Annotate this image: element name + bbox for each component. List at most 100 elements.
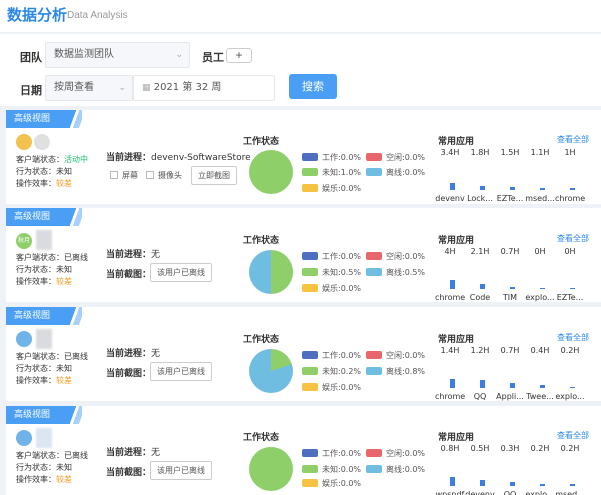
- app-hours: 1.4H: [440, 346, 460, 355]
- work-status-title: 工作状态: [243, 335, 280, 345]
- app-name[interactable]: msed...: [555, 490, 585, 495]
- view-all-link[interactable]: 查看全部: [557, 430, 589, 441]
- view-mode-select[interactable]: 按周查看 ⌄: [45, 75, 133, 101]
- blurred-name: [36, 329, 52, 349]
- app-name[interactable]: devenv: [465, 490, 495, 495]
- app-usage-bar: [570, 288, 575, 289]
- app-usage-bar: [450, 183, 455, 190]
- app-name[interactable]: EZTe...: [495, 194, 525, 203]
- advanced-view-tag[interactable]: 高级视图: [6, 406, 82, 424]
- advanced-view-tag[interactable]: 高级视图: [6, 307, 82, 325]
- calendar-icon: ▦: [142, 83, 151, 93]
- week-picker-value: 2021 第 32 周: [153, 82, 222, 93]
- app-usage-bar: [480, 480, 485, 486]
- app-hours: 4H: [444, 247, 456, 256]
- team-select-value: 数据监测团队: [54, 49, 114, 60]
- app-name[interactable]: Appli...: [495, 392, 525, 401]
- page-title: 数据分析: [7, 6, 68, 24]
- avatar: [16, 430, 32, 446]
- filter-panel: 团队 数据监测团队 ⌄ 员工 + 日期 按周查看 ⌄ ▦ 2021 第 32 周…: [0, 34, 601, 106]
- offline-button[interactable]: 该用户已离线: [150, 362, 212, 381]
- app-hours: 1H: [564, 148, 576, 157]
- add-staff-button[interactable]: +: [226, 48, 252, 63]
- view-all-link[interactable]: 查看全部: [557, 134, 589, 145]
- work-status-pie: [249, 349, 293, 393]
- app-hours: 0.3H: [500, 444, 520, 453]
- legend-fun: 娱乐:0.0%: [302, 183, 361, 194]
- app-hours: 1.1H: [530, 148, 550, 157]
- offline-button[interactable]: 该用户已离线: [150, 461, 212, 480]
- work-status-pie: [249, 150, 293, 194]
- view-all-link[interactable]: 查看全部: [557, 233, 589, 244]
- app-name[interactable]: Code: [465, 293, 495, 302]
- behavior-status: 行为状态：未知: [16, 463, 72, 472]
- app-usage-bar: [450, 379, 455, 388]
- app-hours: 0.8H: [440, 444, 460, 453]
- app-hours: 1.8H: [470, 148, 490, 157]
- app-name[interactable]: explo...: [555, 392, 585, 401]
- apps-title: 常用应用: [438, 137, 475, 147]
- app-name[interactable]: devenv: [435, 194, 465, 203]
- app-name[interactable]: Twee...: [525, 392, 555, 401]
- advanced-view-tag[interactable]: 高级视图: [6, 110, 82, 128]
- app-name[interactable]: EZTe...: [555, 293, 585, 302]
- app-hours: 0.5H: [470, 444, 490, 453]
- offline-button[interactable]: 该用户已离线: [150, 263, 212, 282]
- app-usage-bar: [480, 380, 485, 388]
- staff-label: 员工: [202, 51, 224, 64]
- behavior-status: 行为状态：未知: [16, 167, 72, 176]
- app-name[interactable]: QQ: [465, 392, 495, 401]
- app-usage-bar: [510, 383, 515, 388]
- app-hours: 0.2H: [560, 444, 580, 453]
- work-status-title: 工作状态: [243, 433, 280, 443]
- team-label: 团队: [20, 51, 42, 64]
- app-name[interactable]: QQ: [495, 490, 525, 495]
- current-screenshot: 当前截图：: [106, 468, 152, 478]
- current-process: 当前进程：devenv-SoftwareStore ...: [106, 153, 263, 163]
- app-usage-bar: [540, 385, 545, 388]
- app-usage-bar: [480, 284, 485, 289]
- apps-title: 常用应用: [438, 236, 475, 246]
- legend-unknown: 未知:0.2%: [302, 366, 361, 377]
- capture-now-button[interactable]: 立即截图: [191, 166, 237, 185]
- legend-fun: 娱乐:0.0%: [302, 382, 361, 393]
- advanced-view-tag[interactable]: 高级视图: [6, 208, 82, 226]
- app-usage-bar: [540, 288, 545, 289]
- app-name[interactable]: chrome: [435, 293, 465, 302]
- app-name[interactable]: explo...: [525, 490, 555, 495]
- app-usage-bar: [450, 280, 455, 289]
- legend-work: 工作:0.0%: [302, 152, 361, 163]
- view-all-link[interactable]: 查看全部: [557, 332, 589, 343]
- app-usage-bar: [510, 287, 515, 289]
- camera-checkbox[interactable]: 摄像头: [146, 170, 182, 181]
- app-name[interactable]: chrome: [435, 392, 465, 401]
- search-button[interactable]: 搜索: [289, 74, 337, 99]
- client-status: 客户端状态：已离线: [16, 451, 88, 460]
- app-usage-bar: [510, 187, 515, 190]
- efficiency-status: 操作效率：较差: [16, 277, 72, 286]
- app-hours: 0.7H: [500, 247, 520, 256]
- legend-offline: 离线:0.0%: [366, 167, 425, 178]
- avatar: [16, 331, 32, 347]
- apps-title: 常用应用: [438, 433, 475, 443]
- behavior-status: 行为状态：未知: [16, 265, 72, 274]
- apps-title: 常用应用: [438, 335, 475, 345]
- legend-work: 工作:0.0%: [302, 251, 361, 262]
- app-name[interactable]: chrome: [555, 194, 585, 203]
- app-usage-bar: [570, 188, 575, 190]
- app-usage-bar: [510, 482, 515, 486]
- page-header: 数据分析 Data Analysis: [0, 0, 601, 32]
- week-picker[interactable]: ▦ 2021 第 32 周: [133, 75, 275, 101]
- app-name[interactable]: TIM: [495, 293, 525, 302]
- app-name[interactable]: Lock...: [465, 194, 495, 203]
- legend-offline: 离线:0.5%: [366, 267, 425, 278]
- app-usage-bar: [570, 484, 575, 486]
- app-name[interactable]: msed...: [525, 194, 555, 203]
- screen-checkbox[interactable]: 屏幕: [110, 170, 138, 181]
- app-hours: 0H: [534, 247, 546, 256]
- app-name[interactable]: wpspdf: [435, 490, 465, 495]
- team-select[interactable]: 数据监测团队 ⌄: [45, 42, 190, 68]
- app-name[interactable]: explo...: [525, 293, 555, 302]
- blurred-name: [36, 428, 52, 448]
- behavior-status: 行为状态：未知: [16, 364, 72, 373]
